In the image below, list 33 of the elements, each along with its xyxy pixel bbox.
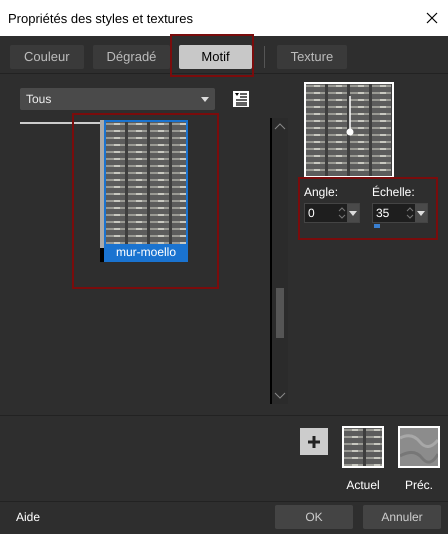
tab[interactable]: Dégradé [92,44,170,68]
help-link[interactable]: Aide [16,510,265,524]
plus-icon [307,434,321,448]
ok-button[interactable]: OK [275,505,353,529]
caret-icon [349,210,357,216]
category-dropdown[interactable]: Tous [20,88,215,110]
pattern-preview[interactable] [304,82,394,178]
cancel-button[interactable]: Annuler [363,505,441,529]
scroll-down-icon[interactable] [274,392,286,400]
tab[interactable]: Couleur [10,44,84,68]
pattern-item[interactable]: mur-moello [104,120,188,262]
field-label: Échelle: [372,185,416,201]
swatch-label: Préc. [404,478,433,492]
scroll-up-icon[interactable] [274,122,286,130]
tab[interactable]: Motif [179,44,252,68]
previous-pattern-swatch[interactable] [398,426,440,468]
swatch-label: Actuel [346,478,380,492]
spin-arrows-icon [337,205,347,221]
close-icon[interactable] [426,12,438,24]
slider-thumb[interactable] [374,224,380,228]
add-button[interactable] [300,428,328,455]
spin-arrows-icon [405,205,415,221]
list-view-icon[interactable] [233,91,249,107]
window-title: Propriétés des styles et textures [8,10,193,26]
current-pattern-swatch[interactable] [342,426,384,468]
scale-spin-field[interactable]: 35 [372,203,428,223]
caret-icon [201,96,209,102]
angle-spin-field[interactable]: 0 [304,203,360,223]
dropdown-value: Tous [26,92,52,106]
tab[interactable]: Texture [276,44,348,68]
scroll-thumb[interactable] [276,288,284,338]
caret-icon [417,210,425,216]
field-label: Angle: [304,185,340,201]
